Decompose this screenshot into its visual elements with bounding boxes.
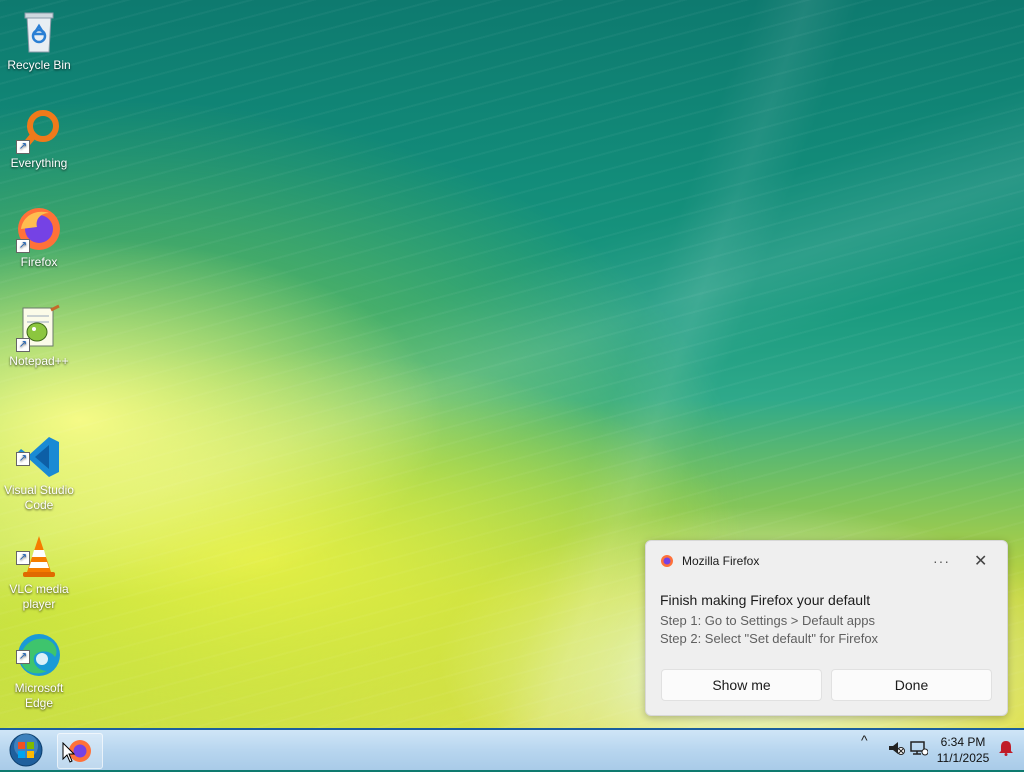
shortcut-arrow-icon: ↗ [16, 338, 30, 352]
notification-app-header: Mozilla Firefox [660, 554, 759, 568]
vlc-icon: ↗ [15, 517, 63, 577]
notification-bell-icon[interactable] [997, 740, 1015, 756]
speaker-muted-icon[interactable] [887, 740, 905, 756]
shortcut-arrow-icon: ↗ [16, 140, 30, 154]
recycle-bin-icon [15, 8, 63, 56]
shortcut-arrow-icon: ↗ [16, 452, 30, 466]
done-button[interactable]: Done [831, 669, 992, 701]
notification-title: Finish making Firefox your default [660, 592, 871, 608]
desktop-icon-firefox[interactable]: ↗ Firefox [2, 205, 76, 270]
notepad-plus-plus-icon: ↗ [15, 304, 63, 352]
desktop-icon-edge[interactable]: ↗ Microsoft Edge [2, 601, 76, 726]
everything-search-icon: ↗ [15, 106, 63, 154]
windows-start-orb-icon [9, 733, 43, 767]
desktop-icon-label: Everything [10, 156, 68, 170]
vscode-icon: ↗ [15, 418, 63, 477]
shortcut-arrow-icon: ↗ [16, 650, 30, 664]
firefox-icon [661, 555, 673, 567]
desktop-icon-label: Firefox [20, 255, 58, 269]
notification-step-2: Step 2: Select "Set default" for Firefox [660, 631, 879, 646]
show-hidden-icons-button[interactable]: ^ [861, 732, 868, 748]
desktop-icon-label: Recycle Bin [7, 58, 71, 72]
notification-app-name: Mozilla Firefox [682, 554, 760, 568]
taskbar-clock[interactable]: 6:34 PM 11/1/2025 [932, 734, 994, 766]
desktop-icon-notepad-plus-plus[interactable]: ↗ Notepad++ [2, 304, 76, 369]
shortcut-arrow-icon: ↗ [16, 551, 30, 565]
desktop-icon-label: Microsoft Edge [14, 681, 64, 710]
network-icon[interactable] [910, 740, 928, 756]
desktop-icon-label: Notepad++ [9, 354, 69, 368]
close-notification-button[interactable]: ✕ [974, 551, 987, 571]
clock-time: 6:34 PM [940, 735, 986, 749]
mouse-cursor-icon [62, 742, 76, 763]
firefox-icon: ↗ [15, 205, 63, 253]
show-me-button[interactable]: Show me [661, 669, 822, 701]
clock-date: 11/1/2025 [936, 751, 990, 765]
more-options-button[interactable]: ··· [933, 553, 950, 569]
shortcut-arrow-icon: ↗ [16, 239, 30, 253]
desktop-icon-recycle-bin[interactable]: Recycle Bin [2, 8, 76, 73]
edge-icon: ↗ [15, 616, 63, 676]
firefox-default-notification[interactable]: Mozilla Firefox ··· ✕ Finish making Fire… [645, 540, 1008, 716]
desktop-icon-everything[interactable]: ↗ Everything [2, 106, 76, 171]
notification-step-1: Step 1: Go to Settings > Default apps [660, 613, 875, 628]
start-button[interactable] [8, 733, 44, 767]
taskbar: ^ 6:34 PM 11/1/2025 [0, 728, 1024, 770]
